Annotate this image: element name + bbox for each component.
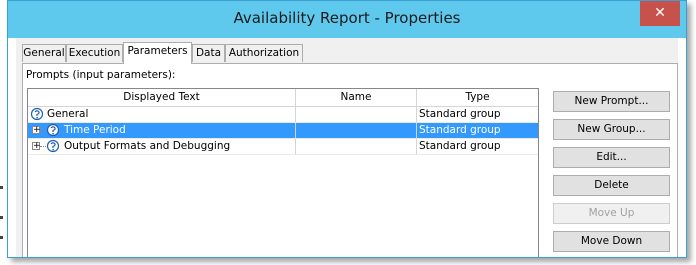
tab-parameters[interactable]: Parameters	[123, 42, 192, 64]
list-header: Displayed Text Name Type	[28, 89, 538, 108]
parameters-panel: Prompts (input parameters): Displayed Te…	[22, 63, 678, 257]
close-button[interactable]: ✕	[640, 1, 680, 26]
column-header-displayed-text[interactable]: Displayed Text	[28, 89, 296, 107]
edit-button[interactable]: Edit...	[553, 147, 670, 168]
prompt-group-icon	[30, 107, 44, 121]
prompt-group-icon	[46, 139, 60, 153]
close-icon: ✕	[654, 5, 666, 21]
row-label: General	[47, 108, 89, 120]
row-label: Output Formats and Debugging	[64, 140, 231, 152]
expand-icon[interactable]: +	[32, 142, 41, 151]
column-header-name[interactable]: Name	[296, 89, 417, 107]
delete-button[interactable]: Delete	[553, 175, 670, 196]
move-down-button[interactable]: Move Down	[553, 231, 670, 252]
tab-authorization[interactable]: Authorization	[225, 44, 303, 62]
cell-displayed-text: General	[28, 107, 296, 123]
tab-general[interactable]: General	[22, 44, 66, 62]
move-up-button: Move Up	[553, 203, 670, 224]
cell-name	[296, 139, 417, 155]
properties-dialog: Availability Report - Properties ✕ Gener…	[7, 0, 687, 258]
row-label: Time Period	[64, 124, 126, 136]
edge-mark	[0, 216, 3, 219]
new-prompt-button[interactable]: New Prompt...	[553, 91, 670, 112]
cell-name	[296, 123, 417, 139]
window-title: Availability Report - Properties	[233, 9, 461, 27]
edge-mark	[0, 186, 3, 189]
tab-execution[interactable]: Execution	[66, 44, 123, 62]
expand-icon[interactable]: +	[32, 126, 41, 135]
edge-mark	[0, 236, 3, 239]
cell-type: Standard group	[417, 123, 538, 139]
list-item[interactable]: General Standard group	[28, 107, 538, 123]
list-item[interactable]: + Time Period Standard group	[28, 123, 538, 139]
list-item[interactable]: + Output Formats and Debugging Standard …	[28, 139, 538, 155]
cell-displayed-text: + Output Formats and Debugging	[28, 139, 296, 155]
column-header-type[interactable]: Type	[417, 89, 538, 107]
dialog-client-area: General Execution Parameters Data Author…	[16, 38, 678, 257]
cell-type: Standard group	[417, 139, 538, 155]
cell-type: Standard group	[417, 107, 538, 123]
background-window-edge	[0, 0, 7, 265]
tab-data[interactable]: Data	[192, 44, 225, 62]
new-group-button[interactable]: New Group...	[553, 119, 670, 140]
prompts-list[interactable]: Displayed Text Name Type General Standar…	[27, 88, 539, 257]
cell-name	[296, 107, 417, 123]
title-bar[interactable]: Availability Report - Properties ✕	[8, 1, 686, 38]
cell-displayed-text: + Time Period	[28, 123, 296, 139]
prompt-group-icon	[46, 123, 60, 137]
prompts-label: Prompts (input parameters):	[26, 69, 176, 81]
